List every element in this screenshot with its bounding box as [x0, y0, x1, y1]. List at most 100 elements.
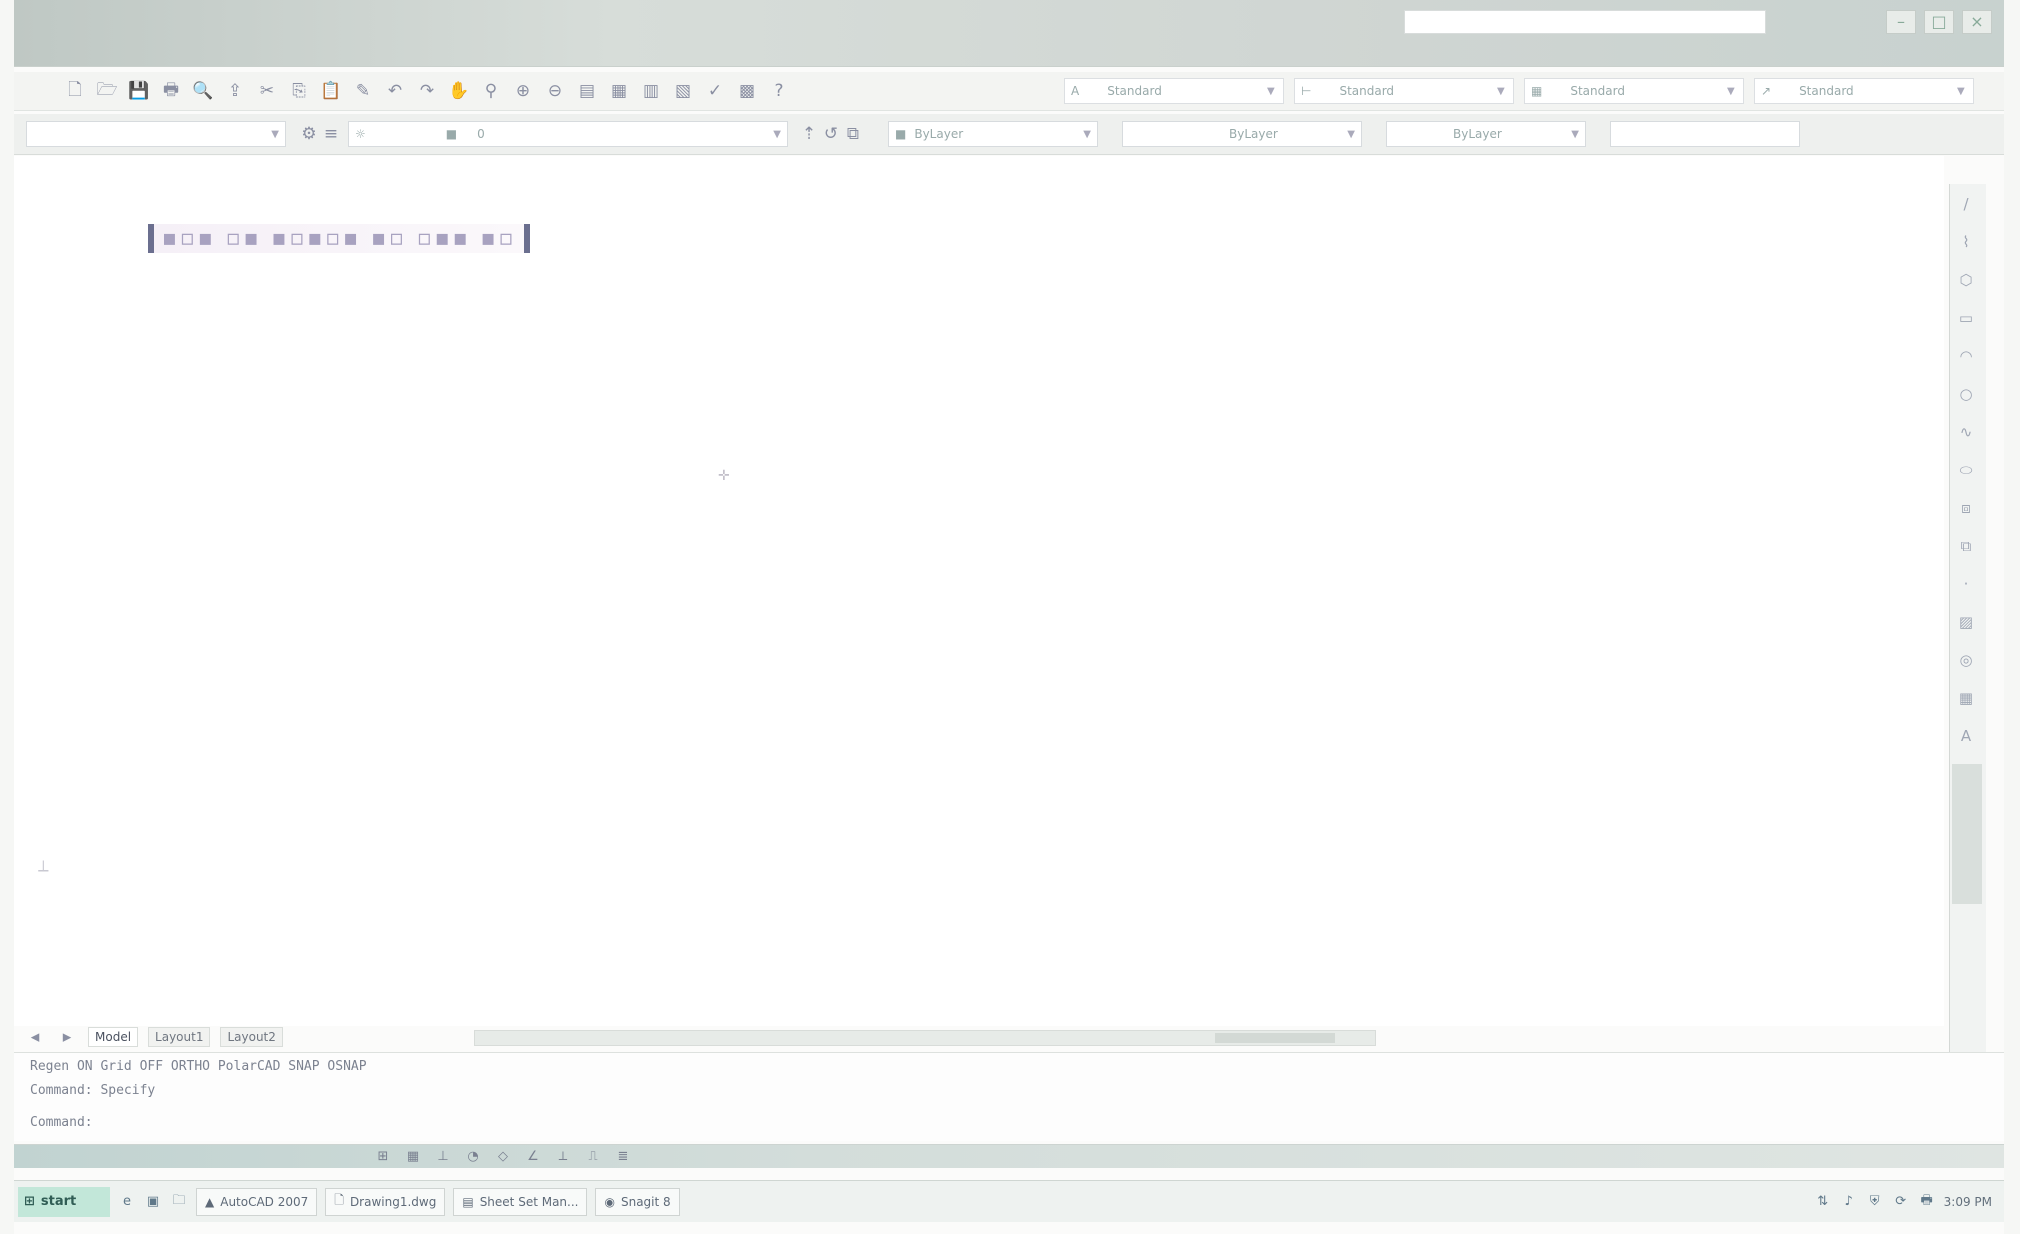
minimize-button[interactable]: –	[1886, 10, 1916, 34]
zoom-window-icon[interactable]: ⊕	[512, 80, 534, 102]
arc-tool-icon[interactable]: ◠	[1956, 346, 1976, 366]
volume-icon[interactable]: ♪	[1840, 1194, 1858, 1209]
tool-strip: / ⌇ ⬡ ▭ ◠ ○ ∿ ⬭ ⧈ ⧉ · ▨ ◎ ▦ A	[1949, 184, 1986, 1064]
tab-layout1[interactable]: Layout1	[148, 1027, 211, 1047]
zoom-previous-icon[interactable]: ⊖	[544, 80, 566, 102]
taskbar-item[interactable]: ◉ Snagit 8	[595, 1187, 680, 1216]
multileader-style-dropdown[interactable]: ↗ Standard ▼	[1754, 78, 1974, 104]
mtext-tool-icon[interactable]: A	[1956, 726, 1976, 746]
tab-scroll-left-icon[interactable]: ◂	[24, 1026, 46, 1048]
osnap-toggle-icon[interactable]: ◇	[494, 1149, 512, 1164]
pan-icon[interactable]: ✋	[448, 80, 470, 102]
sheet-set-icon: ▤	[462, 1194, 474, 1209]
chevron-down-icon: ▼	[1267, 85, 1275, 97]
match-properties-icon[interactable]: ✎	[352, 80, 374, 102]
dyn-toggle-icon[interactable]: ⎍	[584, 1149, 602, 1164]
drawing-canvas[interactable]: ▪▫▪ ▫▪ ▪▫▪▫▪ ▪▫ ▫▪▪ ▪▫ ✛ ⟂	[14, 156, 1944, 1026]
open-folder-icon[interactable]: 🗁	[96, 80, 118, 102]
tab-layout2[interactable]: Layout2	[220, 1027, 283, 1047]
polar-toggle-icon[interactable]: ◔	[464, 1149, 482, 1164]
scrollbar-thumb[interactable]	[1215, 1033, 1335, 1043]
linetype-dropdown[interactable]: ByLayer ▼	[1122, 121, 1362, 147]
print-icon[interactable]: 🖶	[160, 80, 182, 102]
text-style-icon: A	[1071, 84, 1080, 98]
selected-text-object[interactable]: ▪▫▪ ▫▪ ▪▫▪▫▪ ▪▫ ▫▪▪ ▪▫	[148, 224, 531, 253]
command-prompt[interactable]: Command:	[30, 1115, 93, 1130]
hatch-tool-icon[interactable]: ▨	[1956, 612, 1976, 632]
polyline-tool-icon[interactable]: ⌇	[1956, 232, 1976, 252]
zoom-realtime-icon[interactable]: ⚲	[480, 80, 502, 102]
document-icon: 🗋	[334, 1193, 344, 1207]
sheet-set-icon[interactable]: ▧	[672, 80, 694, 102]
markup-icon[interactable]: ✓	[704, 80, 726, 102]
close-button[interactable]: ×	[1962, 10, 1992, 34]
tab-model[interactable]: Model	[88, 1027, 139, 1047]
ortho-toggle-icon[interactable]: ⊥	[434, 1149, 452, 1164]
layer-states-icon[interactable]: ⧉	[842, 123, 864, 145]
paste-icon[interactable]: 📋	[320, 80, 342, 102]
copy-icon[interactable]: ⎘	[288, 80, 310, 102]
make-current-layer-icon[interactable]: ⇡	[798, 123, 820, 145]
rectangle-tool-icon[interactable]: ▭	[1956, 308, 1976, 328]
calculator-icon[interactable]: ▩	[736, 80, 758, 102]
make-block-icon[interactable]: ⧉	[1956, 536, 1976, 556]
scrollbar-thumb[interactable]	[1952, 764, 1982, 904]
taskbar-item[interactable]: ▲ AutoCAD 2007	[196, 1187, 318, 1216]
layout-tabs: ◂ ▸ Model Layout1 Layout2	[24, 1026, 283, 1048]
redo-icon[interactable]: ↷	[416, 80, 438, 102]
dim-style-dropdown[interactable]: ⊢ Standard ▼	[1294, 78, 1514, 104]
tab-scroll-right-icon[interactable]: ▸	[56, 1026, 78, 1048]
otrack-toggle-icon[interactable]: ∠	[524, 1149, 542, 1164]
start-button[interactable]: ⊞ start	[18, 1186, 110, 1217]
network-icon[interactable]: ⇅	[1814, 1194, 1832, 1209]
text-style-dropdown[interactable]: A Standard ▼	[1064, 78, 1284, 104]
taskbar-item[interactable]: 🗋 Drawing1.dwg	[325, 1187, 446, 1216]
search-input[interactable]	[1404, 10, 1766, 34]
design-center-icon[interactable]: ▦	[608, 80, 630, 102]
command-window[interactable]: Regen ON Grid OFF ORTHO PolarCAD SNAP OS…	[14, 1052, 2004, 1141]
printer-icon[interactable]: 🖶	[1918, 1191, 1936, 1213]
lineweight-dropdown[interactable]: ByLayer ▼	[1386, 121, 1586, 147]
point-tool-icon[interactable]: ·	[1956, 574, 1976, 594]
cut-icon[interactable]: ✂	[256, 80, 278, 102]
spline-tool-icon[interactable]: ∿	[1956, 422, 1976, 442]
chevron-down-icon: ▼	[1347, 128, 1355, 140]
workspace-dropdown[interactable]: ▼	[26, 121, 286, 147]
quicklaunch-desktop-icon[interactable]: ▣	[144, 1194, 162, 1209]
ducs-toggle-icon[interactable]: ⟂	[554, 1149, 572, 1164]
horizontal-scrollbar[interactable]	[474, 1030, 1376, 1046]
save-icon[interactable]: 💾	[128, 80, 150, 102]
quicklaunch-ie-icon[interactable]: e	[118, 1194, 136, 1209]
grid-toggle-icon[interactable]: ▦	[404, 1149, 422, 1164]
undo-icon[interactable]: ↶	[384, 80, 406, 102]
workspace-settings-icon[interactable]: ⚙	[298, 123, 320, 145]
security-icon[interactable]: ⛨	[1866, 1194, 1884, 1209]
snap-toggle-icon[interactable]: ⊞	[374, 1149, 392, 1164]
new-file-icon[interactable]: 🗋	[64, 80, 86, 102]
dim-style-icon: ⊢	[1301, 84, 1312, 98]
region-tool-icon[interactable]: ◎	[1956, 650, 1976, 670]
help-icon[interactable]: ?	[768, 80, 790, 102]
layer-properties-icon[interactable]: ≡	[320, 123, 342, 145]
circle-tool-icon[interactable]: ○	[1956, 384, 1976, 404]
properties-icon[interactable]: ▤	[576, 80, 598, 102]
line-tool-icon[interactable]: /	[1956, 194, 1976, 214]
lwt-toggle-icon[interactable]: ≣	[614, 1149, 632, 1164]
chevron-down-icon: ▼	[1957, 85, 1965, 97]
ellipse-tool-icon[interactable]: ⬭	[1956, 460, 1976, 480]
plot-style-dropdown[interactable]	[1610, 121, 1800, 147]
maximize-button[interactable]: □	[1924, 10, 1954, 34]
insert-block-icon[interactable]: ⧈	[1956, 498, 1976, 518]
polygon-tool-icon[interactable]: ⬡	[1956, 270, 1976, 290]
table-style-dropdown[interactable]: ▦ Standard ▼	[1524, 78, 1744, 104]
tool-palettes-icon[interactable]: ▥	[640, 80, 662, 102]
quicklaunch-folder-icon[interactable]: 🗀	[170, 1191, 188, 1213]
table-tool-icon[interactable]: ▦	[1956, 688, 1976, 708]
publish-icon[interactable]: ⇪	[224, 80, 246, 102]
taskbar-item[interactable]: ▤ Sheet Set Man...	[453, 1187, 588, 1216]
update-icon[interactable]: ⟳	[1892, 1194, 1910, 1209]
layer-previous-icon[interactable]: ↺	[820, 123, 842, 145]
color-dropdown[interactable]: ■ ByLayer ▼	[888, 121, 1098, 147]
preview-icon[interactable]: 🔍	[192, 80, 214, 102]
layer-dropdown[interactable]: ☼ ■ 0 ▼	[348, 121, 788, 147]
